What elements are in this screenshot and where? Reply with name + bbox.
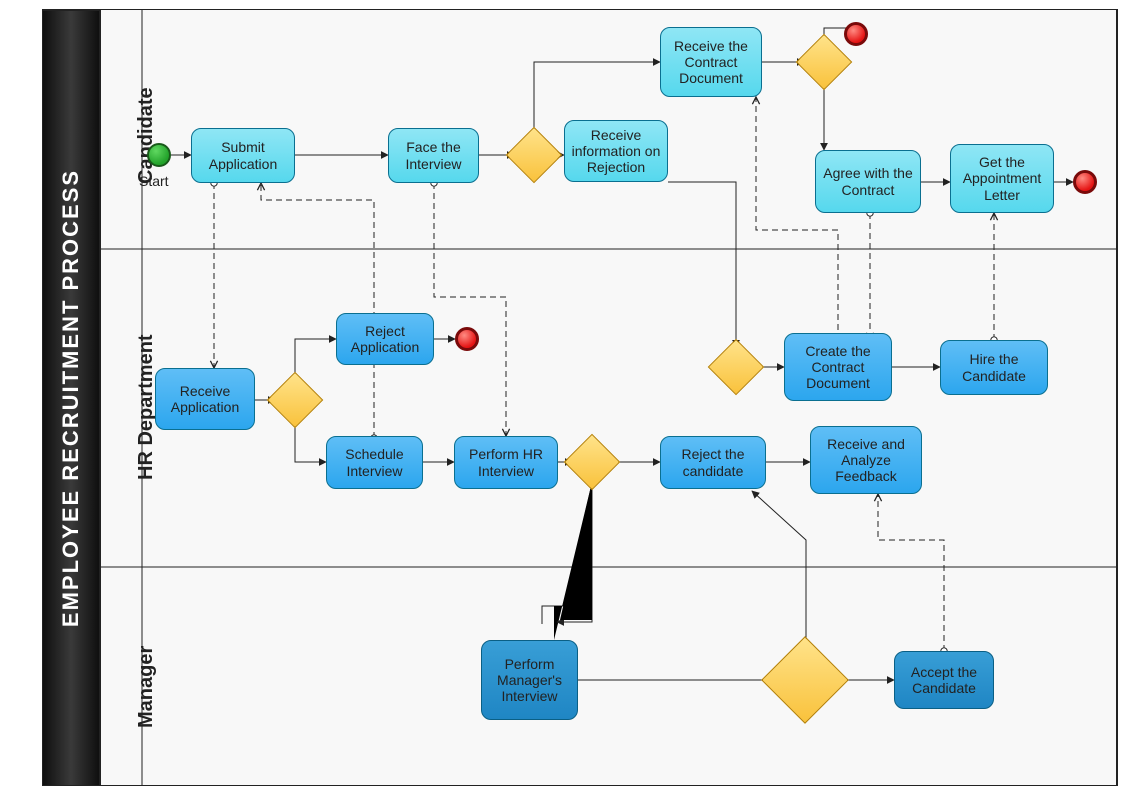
end-event-app-rejected: [455, 327, 479, 351]
bpmn-diagram: EMPLOYEE RECRUITMENT PROCESS Candidate H…: [0, 0, 1127, 796]
pool-title: EMPLOYEE RECRUITMENT PROCESS: [58, 169, 84, 627]
gateway-hr-3: [708, 339, 765, 396]
task-schedule-interview: Schedule Interview: [326, 436, 423, 489]
gateway-candidate-2: [796, 34, 853, 91]
task-analyze-feedback: Receive and Analyze Feedback: [810, 426, 922, 494]
gateway-hr-1: [267, 372, 324, 429]
task-create-contract: Create the Contract Document: [784, 333, 892, 401]
gateway-candidate-1: [506, 127, 563, 184]
task-submit-application: Submit Application: [191, 128, 295, 183]
end-event-success: [1073, 170, 1097, 194]
start-label: Start: [139, 173, 169, 189]
task-reject-application: Reject Application: [336, 313, 434, 365]
task-face-interview: Face the Interview: [388, 128, 479, 183]
task-hire-candidate: Hire the Candidate: [940, 340, 1048, 395]
lane-label-manager: Manager: [135, 646, 158, 728]
task-receive-contract: Receive the Contract Document: [660, 27, 762, 97]
task-receive-rejection: Receive information on Rejection: [564, 120, 668, 182]
task-reject-candidate: Reject the candidate: [660, 436, 766, 489]
end-event-contract-reject: [844, 22, 868, 46]
task-appointment-letter: Get the Appointment Letter: [950, 144, 1054, 213]
task-accept-candidate: Accept the Candidate: [894, 651, 994, 709]
gateway-hr-2: [564, 434, 621, 491]
task-perform-manager-interview: Perform Manager's Interview: [481, 640, 578, 720]
task-agree-contract: Agree with the Contract: [815, 150, 921, 213]
start-event: [147, 143, 171, 167]
task-receive-application: Receive Application: [155, 368, 255, 430]
lane-label-candidate: Candidate: [135, 87, 158, 184]
task-perform-hr-interview: Perform HR Interview: [454, 436, 558, 489]
gateway-manager-1: [761, 636, 849, 724]
pool-title-bar: EMPLOYEE RECRUITMENT PROCESS: [42, 10, 100, 786]
